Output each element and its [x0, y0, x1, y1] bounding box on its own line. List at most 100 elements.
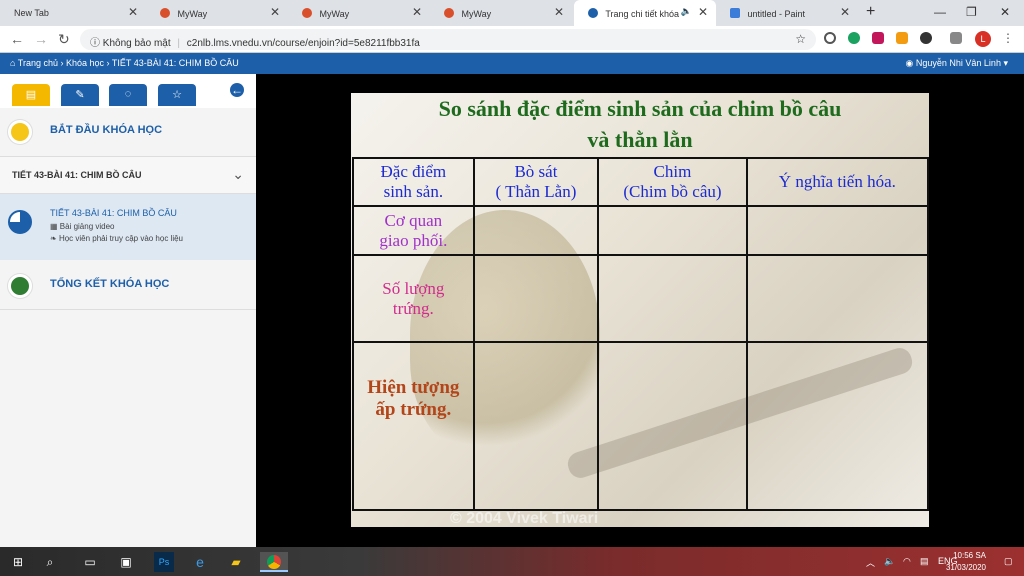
- lesson-item[interactable]: TIẾT 43-BÀI 41: CHIM BỒ CÂU ▦ Bài giảng …: [0, 194, 256, 260]
- tab-new-tab[interactable]: New Tab ✕: [0, 0, 146, 26]
- close-tab-icon[interactable]: ✕: [412, 5, 422, 19]
- sidebar-tab-bar: ▤ ✎ ◌ ☆ ←: [0, 74, 256, 108]
- tab-outline[interactable]: ▤: [12, 84, 50, 106]
- back-arrow-icon[interactable]: ←: [10, 31, 24, 47]
- close-tab-icon[interactable]: ✕: [698, 5, 708, 19]
- star-icon: ☆: [172, 89, 182, 101]
- empty-cell: [745, 205, 930, 256]
- header-cell: Ý nghĩa tiến hóa.: [745, 157, 930, 207]
- section-title: TIẾT 43-BÀI 41: CHIM BỒ CÂU: [12, 170, 142, 180]
- menu-kebab-icon[interactable]: ⋮: [1002, 31, 1014, 45]
- lesson-note: ❧ Học viên phải truy cập vào học liệu: [50, 234, 184, 243]
- tab-label: MyWay: [319, 9, 350, 19]
- tab-label: Trang chi tiết khóa: [605, 9, 680, 19]
- breadcrumb-home[interactable]: Trang chủ: [18, 58, 58, 68]
- tab-course-detail[interactable]: Trang chi tiết khóa 🔈 ✕: [574, 0, 716, 26]
- wifi-icon[interactable]: ◠: [903, 556, 911, 567]
- tab-favorites[interactable]: ☆: [158, 84, 196, 106]
- clock-time: 10:56 SA: [953, 551, 986, 560]
- address-toolbar: ← → ↻ ⓘ Không bảo mật | c2nlb.lms.vnedu.…: [0, 26, 1024, 53]
- extension-circle-icon[interactable]: [824, 32, 836, 44]
- tab-label: MyWay: [177, 9, 208, 19]
- windows-start-icon[interactable]: ⊞: [8, 552, 28, 572]
- profile-avatar[interactable]: L: [975, 31, 991, 47]
- chevron-down-icon[interactable]: ⌄: [232, 166, 244, 183]
- empty-cell: [472, 341, 600, 511]
- tab-label: MyWay: [461, 9, 492, 19]
- tab-myway-3[interactable]: MyWay ✕: [430, 0, 572, 26]
- close-window-icon[interactable]: ✕: [1000, 5, 1010, 19]
- empty-cell: [597, 341, 748, 511]
- tab-myway-1[interactable]: MyWay ✕: [146, 0, 288, 26]
- breadcrumb-courses[interactable]: Khóa học: [66, 58, 104, 68]
- myway-icon: [302, 8, 312, 18]
- search-icon[interactable]: ⌕: [40, 552, 60, 572]
- course-sidebar: ▤ ✎ ◌ ☆ ← BẮT ĐẦU KHÓA HỌC TIẾT 43-BÀI 4…: [0, 74, 256, 547]
- chrome-icon[interactable]: [260, 552, 288, 572]
- extension-pink-icon[interactable]: [872, 32, 884, 44]
- myway-icon: [160, 8, 170, 18]
- summary-item[interactable]: TỔNG KẾT KHÓA HỌC: [0, 260, 256, 310]
- speaker-icon[interactable]: 🔈: [681, 6, 692, 17]
- tab-paint[interactable]: untitled - Paint ✕: [716, 0, 858, 26]
- slide-title-line-2: và thằn lằn: [587, 127, 693, 152]
- leaf-icon: ❧: [50, 234, 59, 243]
- table-row: Hiện tượng ấp trứng.: [352, 341, 930, 511]
- slide-title-line-1: So sánh đặc điểm sinh sản của chim bồ câ…: [438, 96, 842, 121]
- task-view-icon[interactable]: ▭: [80, 552, 100, 572]
- reload-icon[interactable]: ↻: [58, 31, 70, 48]
- tab-label: untitled - Paint: [747, 9, 806, 19]
- close-tab-icon[interactable]: ✕: [270, 5, 280, 19]
- notification-icon[interactable]: ▢: [1004, 556, 1013, 567]
- header-cell: Đặc điểm sinh sản.: [352, 157, 475, 207]
- bookmark-star-icon[interactable]: ☆: [795, 32, 806, 46]
- close-tab-icon[interactable]: ✕: [128, 5, 138, 19]
- user-menu[interactable]: ◉ Nguyễn Nhi Vân Linh ▾: [906, 58, 1008, 69]
- table-row: Số lượng trứng.: [352, 254, 930, 343]
- row-label-cell: Cơ quan giao phối.: [352, 205, 475, 256]
- tab-comments[interactable]: ◌: [109, 84, 147, 106]
- notes-icon[interactable]: ▤: [920, 556, 929, 567]
- close-tab-icon[interactable]: ✕: [840, 5, 850, 19]
- extension-dark-icon[interactable]: [920, 32, 932, 44]
- tab-attachments[interactable]: ✎: [61, 84, 99, 106]
- header-cell: Chim (Chim bồ câu): [597, 157, 748, 207]
- file-explorer-icon[interactable]: ▰: [226, 552, 246, 572]
- paperclip-icon: ✎: [75, 89, 85, 101]
- photoshop-icon[interactable]: Ps: [154, 552, 174, 572]
- paint-icon: [730, 8, 740, 18]
- status-dot: [8, 120, 32, 144]
- empty-cell: [597, 205, 748, 256]
- new-tab-button[interactable]: +: [866, 3, 875, 21]
- empty-cell: [472, 254, 600, 343]
- breadcrumb: ⌂ Trang chủ › Khóa học › TIẾT 43-BÀI 41:…: [0, 53, 1024, 74]
- edge-icon[interactable]: e: [190, 552, 210, 572]
- store-icon[interactable]: ▣: [116, 552, 136, 572]
- info-icon: ⓘ: [90, 38, 100, 49]
- tab-myway-2[interactable]: MyWay ✕: [288, 0, 430, 26]
- system-clock[interactable]: 10:56 SA 31/03/2020: [946, 550, 986, 574]
- tray-chevron-icon[interactable]: ︿: [866, 556, 875, 569]
- collapse-sidebar-icon[interactable]: ←: [230, 83, 244, 97]
- playlist-icon[interactable]: [950, 32, 962, 44]
- section-header[interactable]: TIẾT 43-BÀI 41: CHIM BỒ CÂU ⌄: [0, 156, 256, 194]
- minimize-icon[interactable]: —: [934, 5, 946, 19]
- comparison-table: Đặc điểm sinh sản. Bò sát( Thằn Lằn) Chim…: [352, 157, 930, 511]
- browser-tab-strip: New Tab ✕ MyWay ✕ MyWay ✕ MyWay ✕ Trang …: [0, 0, 1024, 26]
- url-bar[interactable]: ⓘ Không bảo mật | c2nlb.lms.vnedu.vn/cou…: [80, 29, 816, 50]
- restore-icon[interactable]: ❐: [966, 5, 977, 19]
- close-tab-icon[interactable]: ✕: [554, 5, 564, 19]
- copyright-watermark: © 2004 Vivek Tiwari: [450, 510, 599, 527]
- status-dot: [8, 274, 32, 298]
- lesson-type: ▦ Bài giảng video: [50, 222, 115, 231]
- myway-icon: [444, 8, 454, 18]
- start-course-item[interactable]: BẮT ĐẦU KHÓA HỌC: [0, 108, 256, 156]
- table-row: Đặc điểm sinh sản. Bò sát( Thằn Lằn) Chim…: [352, 157, 930, 207]
- volume-icon[interactable]: 🔈: [884, 556, 895, 567]
- empty-cell: [745, 341, 930, 511]
- document-icon: ▤: [25, 89, 37, 101]
- extension-orange-icon[interactable]: [896, 32, 908, 44]
- forward-arrow-icon[interactable]: →: [34, 31, 48, 47]
- extension-green-icon[interactable]: [848, 32, 860, 44]
- start-course-label: BẮT ĐẦU KHÓA HỌC: [50, 124, 163, 136]
